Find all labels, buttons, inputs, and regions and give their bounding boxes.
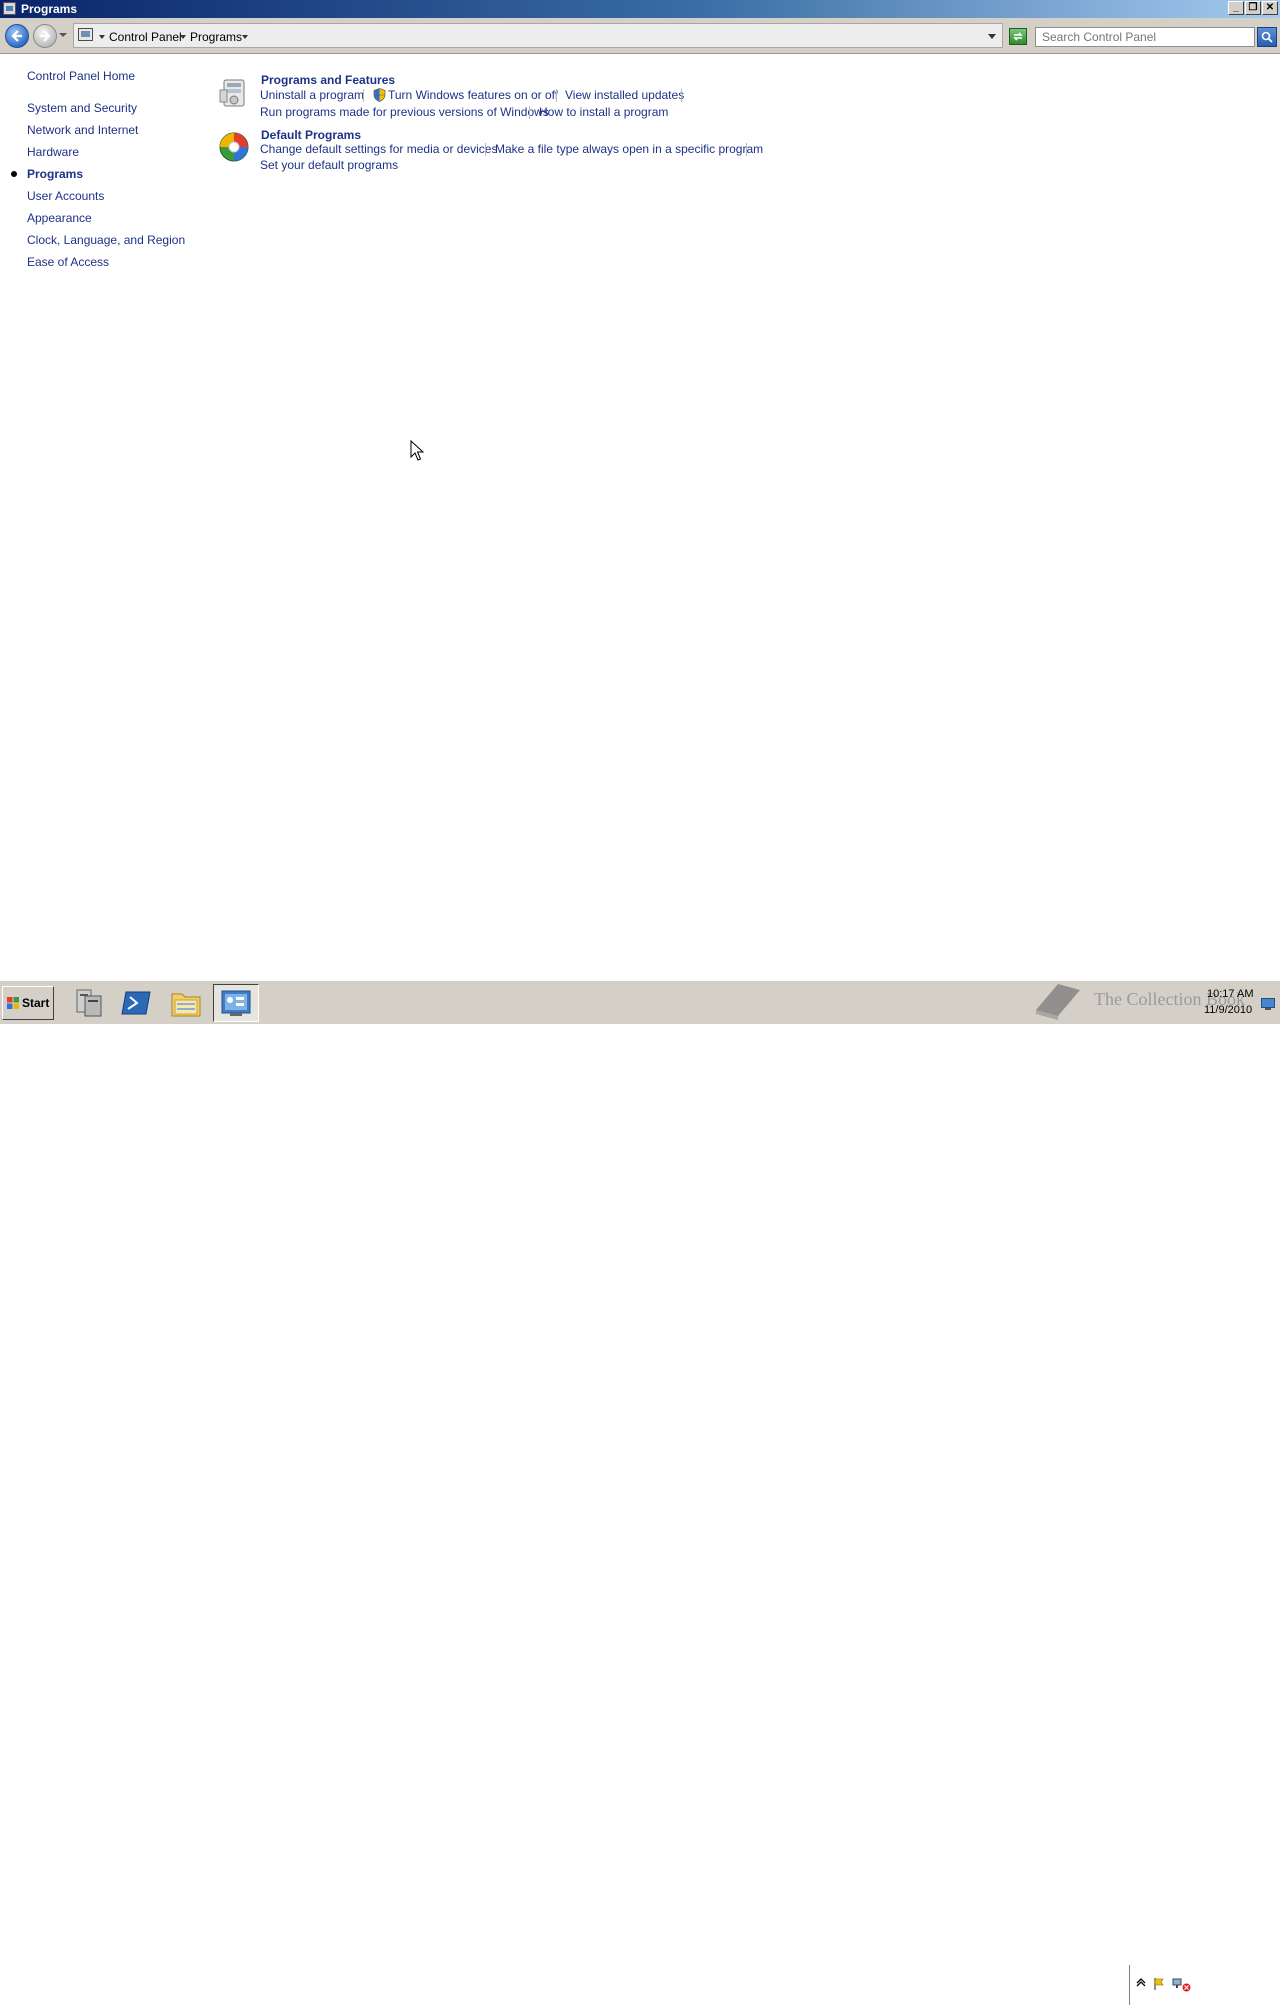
- breadcrumb-control-panel[interactable]: Control Panel: [109, 30, 182, 44]
- programs-and-features-title[interactable]: Programs and Features: [261, 73, 395, 87]
- forward-arrow-icon: [40, 30, 51, 42]
- change-default-media-settings-link[interactable]: Change default settings for media or dev…: [260, 142, 497, 156]
- breadcrumb-chevron-down-icon[interactable]: [99, 35, 105, 39]
- nav-ease-of-access[interactable]: Ease of Access: [27, 255, 109, 269]
- breadcrumb-chevron-down-icon[interactable]: [242, 35, 248, 39]
- current-item-bullet: [11, 171, 17, 177]
- nav-control-panel-home[interactable]: Control Panel Home: [27, 69, 135, 83]
- file-type-association-link[interactable]: Make a file type always open in a specif…: [495, 142, 763, 156]
- address-path-box[interactable]: Control Panel Programs: [73, 23, 1003, 48]
- link-separator: [681, 89, 682, 102]
- show-desktop-icon[interactable]: [1261, 998, 1275, 1010]
- powershell-taskbar-button[interactable]: [114, 984, 160, 1022]
- control-panel-icon: [221, 990, 251, 1016]
- address-dropdown-chevron-down-icon[interactable]: [988, 34, 996, 39]
- search-box[interactable]: [1035, 27, 1256, 47]
- search-input[interactable]: [1036, 28, 1256, 46]
- nav-clock-language-region[interactable]: Clock, Language, and Region: [27, 233, 185, 247]
- server-manager-taskbar-button[interactable]: [65, 984, 111, 1022]
- explorer-icon: [171, 993, 201, 1017]
- start-button[interactable]: Start: [2, 986, 54, 1020]
- clock-time[interactable]: 10:17 AM: [1207, 988, 1253, 1000]
- search-button[interactable]: [1257, 27, 1277, 47]
- link-separator: [556, 89, 557, 102]
- breadcrumb-chevron-down-icon[interactable]: [180, 35, 186, 39]
- forward-button[interactable]: [33, 24, 57, 48]
- action-center-flag-icon[interactable]: [1152, 1977, 1166, 1991]
- clock-date[interactable]: 11/9/2010: [1204, 1004, 1252, 1016]
- default-programs-icon[interactable]: [218, 131, 250, 163]
- turn-windows-features-link[interactable]: Turn Windows features on or off: [388, 88, 558, 102]
- restore-button[interactable]: ❐: [1245, 1, 1261, 15]
- uac-shield-icon: [373, 88, 386, 102]
- search-icon: [1261, 31, 1273, 43]
- uninstall-program-link[interactable]: Uninstall a program: [260, 88, 364, 102]
- powershell-icon: [121, 991, 151, 1015]
- network-error-icon: [1182, 1983, 1191, 1992]
- window-title: Programs: [21, 2, 78, 16]
- close-button[interactable]: ✕: [1262, 1, 1278, 15]
- back-button[interactable]: [5, 24, 29, 48]
- control-panel-taskbar-button[interactable]: [213, 984, 259, 1022]
- mouse-cursor-icon: [410, 440, 424, 461]
- view-installed-updates-link[interactable]: View installed updates: [565, 88, 684, 102]
- run-older-programs-link[interactable]: Run programs made for previous versions …: [260, 105, 549, 119]
- nav-system-and-security[interactable]: System and Security: [27, 101, 137, 115]
- minimize-button[interactable]: _: [1228, 1, 1244, 15]
- programs-features-icon[interactable]: [218, 76, 250, 108]
- nav-programs-current: Programs: [27, 167, 84, 181]
- windows-flag-icon: [7, 997, 19, 1009]
- control-panel-path-icon: [78, 28, 93, 41]
- link-separator: [485, 143, 486, 156]
- control-panel-app-icon[interactable]: [3, 2, 16, 15]
- breadcrumb-programs[interactable]: Programs: [190, 30, 242, 44]
- set-default-programs-link[interactable]: Set your default programs: [260, 158, 398, 172]
- start-label: Start: [22, 996, 50, 1010]
- nav-network-and-internet[interactable]: Network and Internet: [27, 123, 138, 137]
- how-to-install-link[interactable]: How to install a program: [539, 105, 668, 119]
- nav-appearance[interactable]: Appearance: [27, 211, 92, 225]
- title-bar: Programs _ ❐ ✕: [0, 0, 1280, 18]
- default-programs-title[interactable]: Default Programs: [261, 128, 361, 142]
- back-arrow-icon: [11, 30, 22, 42]
- recent-pages-chevron-down-icon[interactable]: [59, 33, 67, 37]
- link-separator: [529, 106, 530, 119]
- refresh-icon: [1013, 32, 1023, 41]
- link-separator: [746, 143, 747, 156]
- show-hidden-icons-chevron-up-icon[interactable]: [1136, 1977, 1146, 1987]
- refresh-button[interactable]: [1009, 28, 1027, 45]
- explorer-taskbar-button[interactable]: [163, 984, 209, 1022]
- nav-hardware[interactable]: Hardware: [27, 145, 79, 159]
- server-manager-icon: [76, 989, 102, 1017]
- nav-user-accounts[interactable]: User Accounts: [27, 189, 104, 203]
- link-separator: [363, 89, 364, 102]
- notification-area: [1129, 1965, 1280, 2005]
